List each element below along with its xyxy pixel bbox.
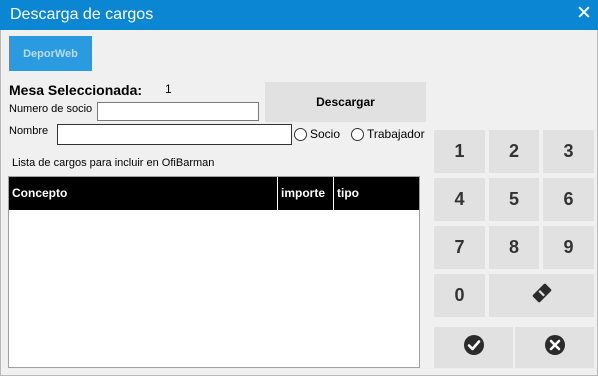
check-circle-icon (463, 334, 485, 361)
nombre-input[interactable] (57, 124, 292, 145)
descargar-button[interactable]: Descargar (265, 82, 426, 122)
column-header-tipo[interactable]: tipo (334, 177, 419, 210)
title-bar: Descarga de cargos ✕ (0, 0, 598, 30)
cargos-table[interactable]: Concepto importe tipo (8, 176, 420, 368)
socio-number-label: Numero de socio (9, 103, 93, 115)
mesa-value: 1 (165, 82, 172, 96)
key-5[interactable]: 5 (489, 178, 539, 221)
key-9[interactable]: 9 (543, 226, 594, 269)
key-6[interactable]: 6 (543, 178, 594, 221)
key-0[interactable]: 0 (434, 274, 485, 317)
radio-socio-circle[interactable] (294, 127, 307, 141)
table-header: Concepto importe tipo (9, 177, 419, 210)
confirm-button[interactable] (434, 327, 513, 368)
backspace-button[interactable] (489, 274, 594, 317)
x-circle-icon (544, 334, 566, 361)
key-2[interactable]: 2 (489, 130, 539, 173)
nombre-label: Nombre (9, 125, 49, 137)
column-header-importe[interactable]: importe (278, 177, 334, 210)
close-icon[interactable]: ✕ (574, 3, 594, 25)
cancel-button[interactable] (515, 327, 594, 368)
radio-socio-label: Socio (310, 127, 341, 141)
list-caption: Lista de cargos para incluir en OfiBarma… (12, 157, 215, 169)
radio-trabajador[interactable]: Trabajador (351, 127, 425, 141)
key-3[interactable]: 3 (543, 130, 594, 173)
mesa-label: Mesa Seleccionada: (9, 82, 143, 98)
window-title: Descarga de cargos (10, 6, 154, 23)
radio-trabajador-label: Trabajador (367, 127, 425, 141)
socio-number-input[interactable] (97, 102, 259, 121)
key-8[interactable]: 8 (489, 226, 539, 269)
deporweb-button[interactable]: DeporWeb (9, 36, 92, 71)
column-header-concepto[interactable]: Concepto (9, 177, 278, 210)
key-4[interactable]: 4 (434, 178, 485, 221)
radio-socio[interactable]: Socio (294, 127, 340, 141)
key-7[interactable]: 7 (434, 226, 485, 269)
eraser-icon (530, 282, 554, 309)
key-1[interactable]: 1 (434, 130, 485, 173)
radio-trabajador-circle[interactable] (351, 127, 364, 141)
